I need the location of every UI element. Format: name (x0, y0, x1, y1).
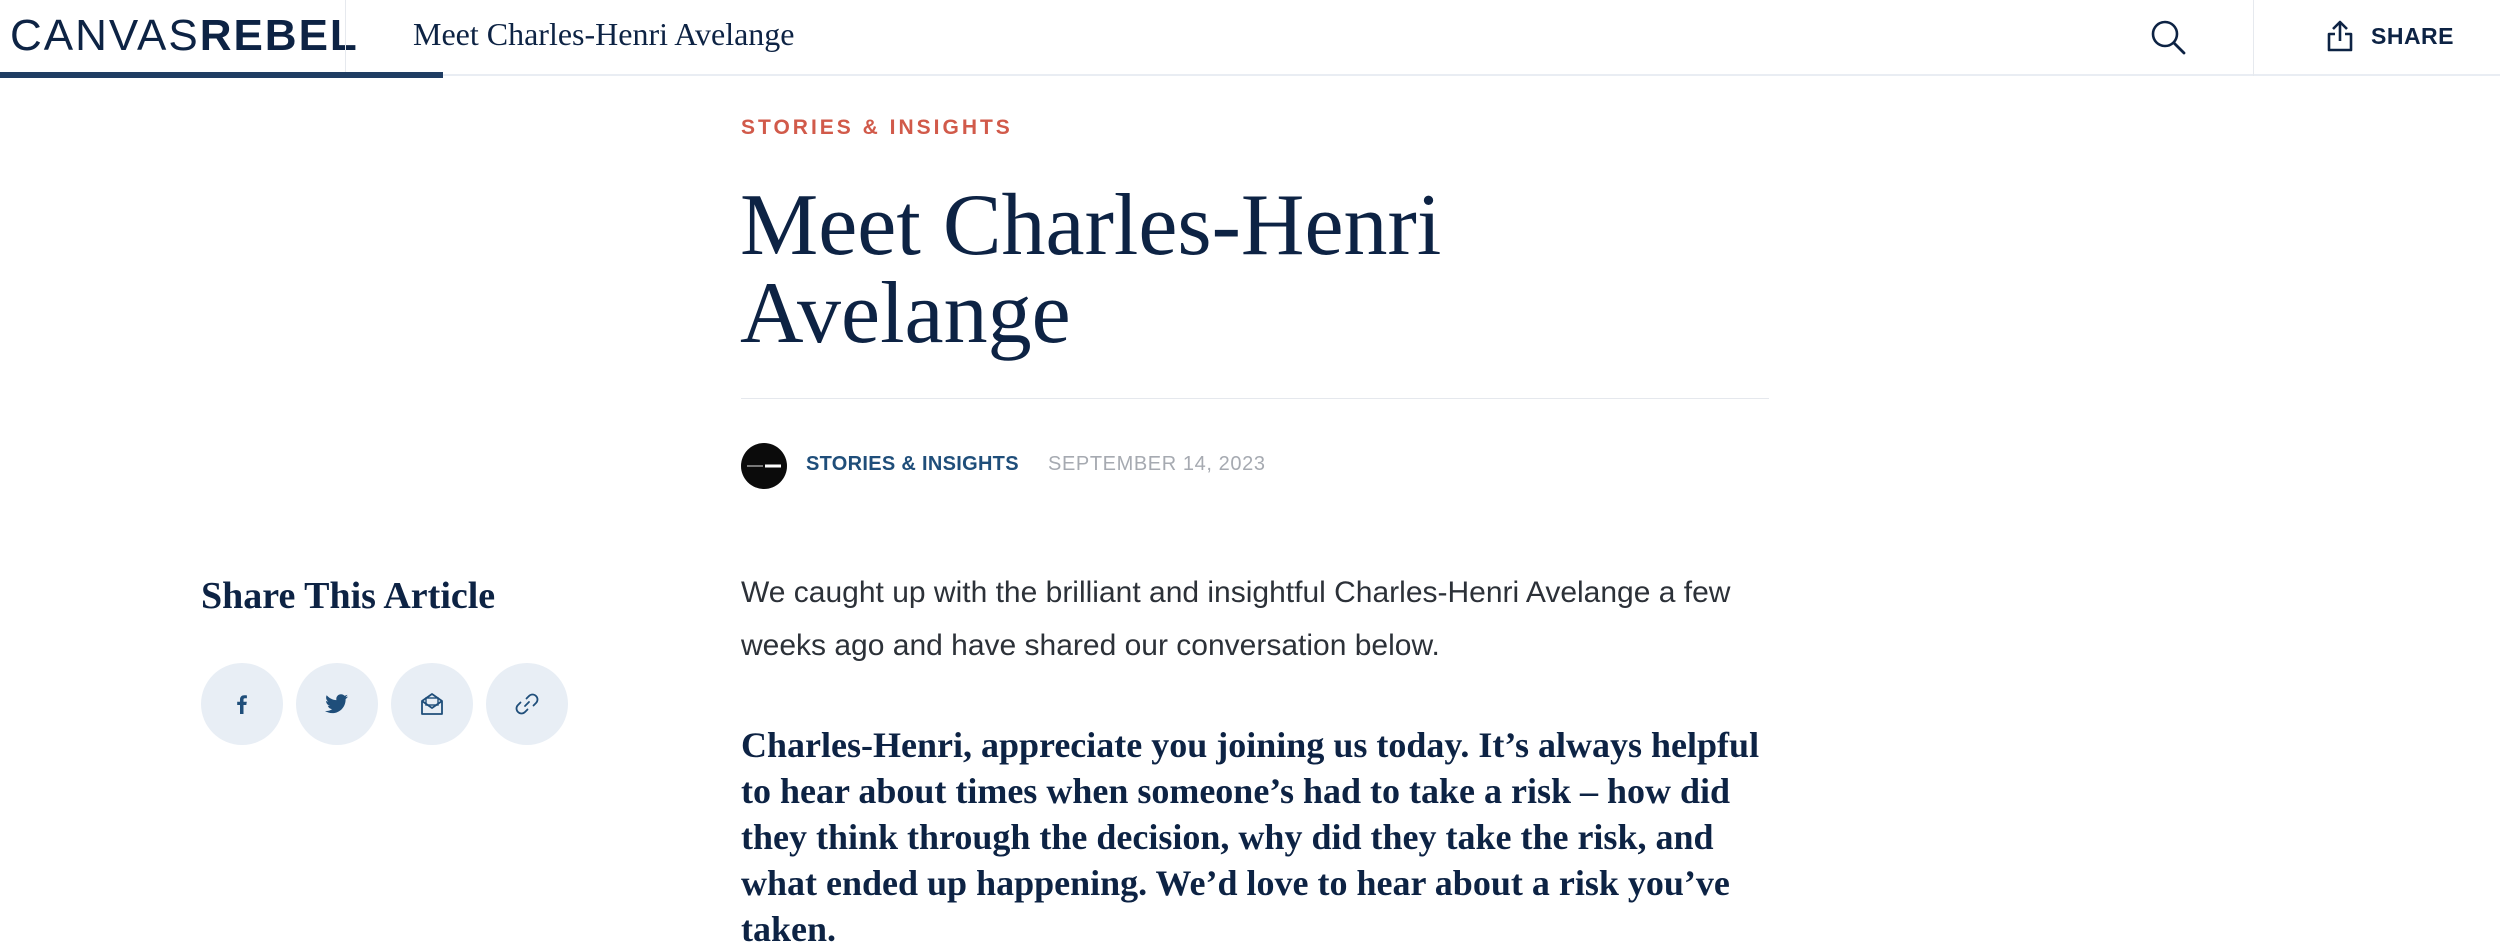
author-avatar[interactable] (741, 443, 787, 489)
search-icon (2151, 20, 2186, 54)
share-copy-link-button[interactable] (486, 663, 568, 745)
header-article-title: Meet Charles-Henri Avelange (413, 16, 795, 52)
canvasrebel-avatar (747, 464, 781, 468)
interview-question: Charles-Henri, appreciate you joining us… (741, 725, 1760, 949)
share-twitter-button[interactable] (296, 663, 378, 745)
logo-text-light: CANVAS (10, 11, 200, 60)
logo-text-bold: REBEL (199, 11, 359, 60)
header-share-button[interactable]: SHARE (2325, 12, 2454, 60)
link-icon (515, 693, 539, 715)
header-divider (345, 0, 346, 76)
header-share-label: SHARE (2371, 22, 2455, 49)
email-icon (421, 693, 443, 715)
article-title: Meet Charles-Henri Avelange (740, 177, 1442, 362)
site-header: CANVASREBEL Meet Charles-Henri Avelange … (0, 0, 2500, 78)
search-button[interactable] (2144, 14, 2192, 62)
twitter-icon (325, 694, 348, 714)
facebook-icon (237, 695, 247, 714)
share-article-heading: Share This Article (201, 575, 496, 617)
reading-progress-bar (0, 72, 443, 78)
title-divider (741, 398, 1769, 399)
share-facebook-button[interactable] (201, 663, 283, 745)
byline-category-link[interactable]: STORIES & INSIGHTS (806, 453, 1019, 476)
site-logo[interactable]: CANVASREBEL (10, 12, 359, 60)
share-email-button[interactable] (391, 663, 473, 745)
header-divider (2253, 0, 2254, 76)
share-upload-icon (2327, 20, 2353, 52)
publish-date: SEPTEMBER 14, 2023 (1048, 453, 1266, 475)
article-category-kicker[interactable]: STORIES & INSIGHTS (741, 116, 1013, 140)
article-intro: We caught up with the brilliant and insi… (741, 576, 1731, 662)
